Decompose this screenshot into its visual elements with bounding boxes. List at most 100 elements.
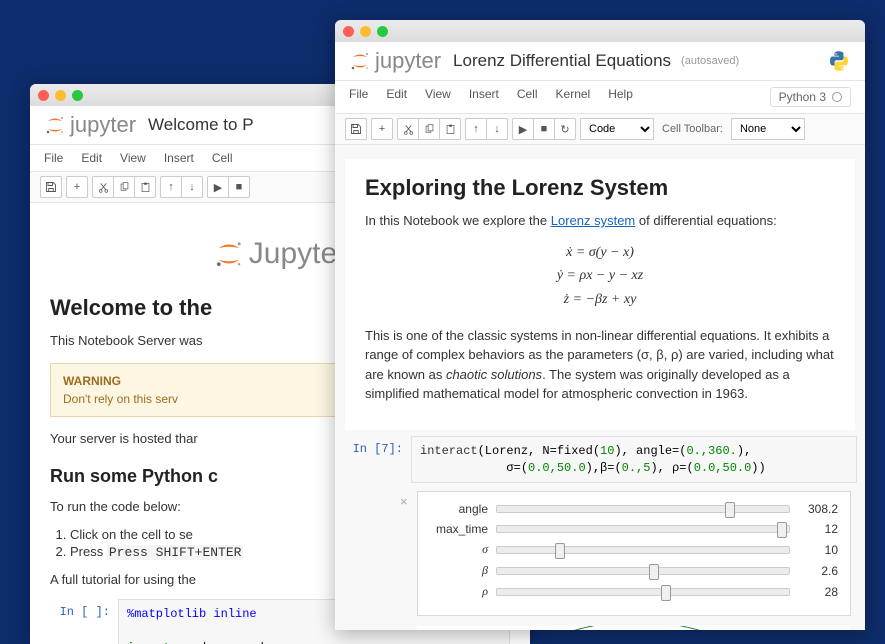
notebook-body: Exploring the Lorenz System In this Note…: [335, 145, 865, 630]
copy-icon: [424, 124, 435, 135]
slider-value: 28: [790, 585, 838, 599]
add-cell-button[interactable]: +: [371, 118, 393, 140]
eq-2: ẏ = ρx − y − xz: [365, 264, 835, 288]
python-logo-icon: [827, 49, 851, 73]
eq-3: ż = −βz + xy: [365, 288, 835, 312]
slider-value: 10: [790, 543, 838, 557]
menubar: File Edit View Insert Cell Kernel Help P…: [335, 81, 865, 114]
move-down-button[interactable]: ↓: [181, 176, 203, 198]
move-up-button[interactable]: ↑: [160, 176, 182, 198]
copy-button[interactable]: [113, 176, 135, 198]
menu-file[interactable]: File: [349, 87, 368, 107]
window-titlebar: [335, 20, 865, 42]
kernel-status-icon: [832, 92, 842, 102]
jupyter-window-lorenz: jupyter Lorenz Differential Equations (a…: [335, 20, 865, 630]
menu-edit[interactable]: Edit: [81, 151, 102, 165]
markdown-intro: In this Notebook we explore the Lorenz s…: [365, 211, 835, 231]
copy-button[interactable]: [418, 118, 440, 140]
minimize-window-button[interactable]: [55, 90, 66, 101]
slider-thumb[interactable]: [725, 502, 735, 518]
save-button[interactable]: [40, 176, 62, 198]
cut-button[interactable]: [92, 176, 114, 198]
slider-thumb[interactable]: [777, 522, 787, 538]
paste-button[interactable]: [439, 118, 461, 140]
stop-button[interactable]: ■: [228, 176, 250, 198]
jupyter-wordmark: jupyter: [375, 48, 441, 74]
widget-close-icon[interactable]: ×: [400, 494, 408, 509]
zoom-window-button[interactable]: [377, 26, 388, 37]
menu-file[interactable]: File: [44, 151, 63, 165]
slider-row-β: β 2.6: [424, 563, 838, 578]
cell-toolbar-select[interactable]: None: [731, 118, 805, 140]
slider-value: 12: [790, 522, 838, 536]
menu-kernel[interactable]: Kernel: [556, 87, 591, 107]
eq-1: ẋ = σ(y − x): [365, 241, 835, 265]
slider-row-angle: angle 308.2: [424, 502, 838, 516]
cut-icon: [98, 182, 109, 193]
paste-button[interactable]: [134, 176, 156, 198]
cut-icon: [403, 124, 414, 135]
slider-thumb[interactable]: [555, 543, 565, 559]
slider-label: β: [424, 563, 496, 578]
menu-insert[interactable]: Insert: [164, 151, 194, 165]
markdown-cell[interactable]: Exploring the Lorenz System In this Note…: [345, 159, 855, 430]
equations: ẋ = σ(y − x) ẏ = ρx − y − xz ż = −βz + x…: [365, 241, 835, 312]
slider-label: σ: [424, 542, 496, 557]
copy-icon: [119, 182, 130, 193]
jupyter-logo: jupyter: [349, 48, 441, 74]
slider-track[interactable]: [496, 567, 790, 575]
run-button[interactable]: ▶: [512, 118, 534, 140]
slider-thumb[interactable]: [649, 564, 659, 580]
save-icon: [350, 123, 362, 135]
slider-track[interactable]: [496, 525, 790, 533]
kernel-indicator[interactable]: Python 3: [770, 87, 851, 107]
menu-view[interactable]: View: [120, 151, 146, 165]
add-cell-button[interactable]: +: [66, 176, 88, 198]
code-cell[interactable]: In [7]: interact(Lorenz, N=fixed(10), an…: [343, 436, 857, 484]
close-window-button[interactable]: [38, 90, 49, 101]
notebook-header: jupyter Lorenz Differential Equations (a…: [335, 42, 865, 81]
close-window-button[interactable]: [343, 26, 354, 37]
interact-widget: × angle308.2max_time12σ10β2.6ρ28: [417, 491, 851, 616]
run-button[interactable]: ▶: [207, 176, 229, 198]
input-prompt: In [ ]:: [50, 599, 118, 644]
slider-value: 2.6: [790, 564, 838, 578]
restart-button[interactable]: ↻: [554, 118, 576, 140]
save-button[interactable]: [345, 118, 367, 140]
menu-insert[interactable]: Insert: [469, 87, 499, 107]
menu-help[interactable]: Help: [608, 87, 633, 107]
kernel-name: Python 3: [779, 90, 826, 104]
cut-button[interactable]: [397, 118, 419, 140]
slider-thumb[interactable]: [661, 585, 671, 601]
stop-button[interactable]: ■: [533, 118, 555, 140]
minimize-window-button[interactable]: [360, 26, 371, 37]
save-icon: [45, 181, 57, 193]
lorenz-link[interactable]: Lorenz system: [551, 213, 636, 228]
input-prompt: In [7]:: [343, 436, 411, 484]
slider-track[interactable]: [496, 505, 790, 513]
slider-label: angle: [424, 502, 496, 516]
menu-view[interactable]: View: [425, 87, 451, 107]
slider-track[interactable]: [496, 546, 790, 554]
notebook-title[interactable]: Lorenz Differential Equations: [453, 51, 671, 71]
markdown-body: This is one of the classic systems in no…: [365, 326, 835, 404]
slider-value: 308.2: [790, 502, 838, 516]
lorenz-output-plot: [417, 626, 851, 630]
slider-label: max_time: [424, 522, 496, 536]
notebook-title[interactable]: Welcome to P: [148, 115, 254, 135]
menu-cell[interactable]: Cell: [517, 87, 538, 107]
menu-edit[interactable]: Edit: [386, 87, 407, 107]
zoom-window-button[interactable]: [72, 90, 83, 101]
jupyter-logo-icon: [44, 114, 66, 136]
cell-type-select[interactable]: Code: [580, 118, 654, 140]
slider-label: ρ: [424, 584, 496, 599]
menu-cell[interactable]: Cell: [212, 151, 233, 165]
autosaved-label: (autosaved): [681, 55, 739, 67]
move-down-button[interactable]: ↓: [486, 118, 508, 140]
code-input[interactable]: interact(Lorenz, N=fixed(10), angle=(0.,…: [411, 436, 857, 484]
slider-track[interactable]: [496, 588, 790, 596]
jupyter-wordmark: jupyter: [70, 112, 136, 138]
paste-icon: [140, 182, 151, 193]
move-up-button[interactable]: ↑: [465, 118, 487, 140]
cell-toolbar-label: Cell Toolbar:: [662, 123, 723, 135]
